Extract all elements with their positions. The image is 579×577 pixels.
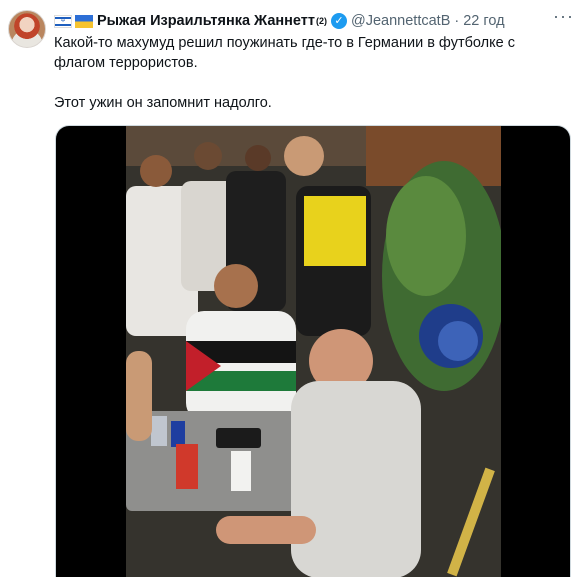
- avatar[interactable]: [8, 10, 46, 48]
- tweet[interactable]: ✡ Рыжая Израильтянка Жаннетт (2) ✓ @Jean…: [0, 0, 579, 577]
- user-handle[interactable]: @JeannettcatB: [351, 11, 450, 31]
- more-options-icon[interactable]: ···: [553, 7, 574, 25]
- tweet-text-line: флагом террористов.: [54, 55, 198, 71]
- timestamp[interactable]: 22 год: [463, 11, 504, 31]
- verified-badge-icon: ✓: [331, 13, 347, 29]
- media-container[interactable]: [55, 125, 571, 577]
- video-frame-illustration: [126, 126, 501, 577]
- israel-flag-icon: ✡: [54, 14, 72, 28]
- video-player[interactable]: [126, 126, 501, 577]
- tweet-text-line: Какой-то махумуд решил поужинать где-то …: [54, 35, 515, 51]
- display-name-superscript: (2): [316, 16, 327, 26]
- tweet-text-line: Этот ужин он запомнит надолго.: [54, 95, 272, 111]
- display-name[interactable]: Рыжая Израильтянка Жаннетт: [97, 11, 315, 31]
- tweet-header: ✡ Рыжая Израильтянка Жаннетт (2) ✓ @Jean…: [54, 11, 505, 31]
- separator-dot: ·: [454, 13, 460, 29]
- tweet-text: Какой-то махумуд решил поужинать где-то …: [54, 33, 564, 113]
- ukraine-flag-icon: [75, 14, 93, 28]
